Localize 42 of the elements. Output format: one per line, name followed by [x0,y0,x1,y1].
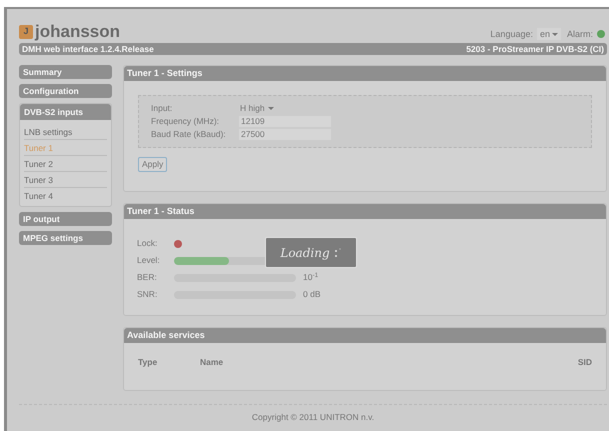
sidebar-item[interactable]: Configuration [19,84,112,98]
loading-text: Loading [280,244,330,262]
status-label: BER: [137,271,158,284]
sidebar-item[interactable]: MPEG settings [19,231,112,245]
field-label: Baud Rate (kBaud): [151,128,227,141]
input-select[interactable]: H high [239,102,275,115]
column-header: SID [578,356,592,369]
language-label: Language: [490,28,533,41]
apply-button[interactable]: Apply [138,157,168,172]
spinner-icon [334,246,342,258]
input-field[interactable]: 27500 [239,129,331,140]
sidebar-subitem[interactable]: Tuner 3 [24,172,107,188]
caret-icon [268,107,274,110]
meter-reading: 10$^{-1}$ [303,271,318,284]
device-name: 5203 - ProStreamer IP DVB-S2 (CI) [466,42,604,56]
language-select[interactable]: en [536,28,561,40]
status-label: Level: [137,254,161,267]
sidebar-item[interactable]: DVB-S2 inputs [20,104,111,120]
sidebar-subitem[interactable]: Tuner 2 [24,156,107,172]
caret-icon [552,32,558,36]
panel-title: Available services [124,328,606,343]
field-label: Frequency (MHz): [151,115,220,128]
sidebar-subitem[interactable]: Tuner 4 [24,188,107,204]
status-label: Lock: [137,237,158,250]
panel-title: Tuner 1 - Status [124,204,606,219]
alarm-status-icon [597,30,605,38]
column-header: Type [138,356,158,369]
column-header: Name [200,356,224,369]
logo-icon: J [19,25,33,39]
sidebar-subitem[interactable]: LNB settings [24,124,107,140]
sidebar-subitem[interactable]: Tuner 1 [24,140,107,156]
panel-title: Tuner 1 - Settings [124,66,606,81]
version-text: DMH web interface 1.2.4.Release [22,42,154,56]
status-label: SNR: [137,288,158,301]
input-field[interactable]: 12109 [239,116,331,127]
sidebar-item[interactable]: IP output [19,212,112,226]
copyright-text: Copyright © 2011 UNITRON n.v. [250,411,376,424]
alarm-label: Alarm: [566,28,593,40]
sidebar-item[interactable]: Summary [19,65,112,79]
logo-text: johansson [35,23,120,41]
field-label: Input: [151,102,174,115]
meter-reading: 0 dB [303,288,320,301]
